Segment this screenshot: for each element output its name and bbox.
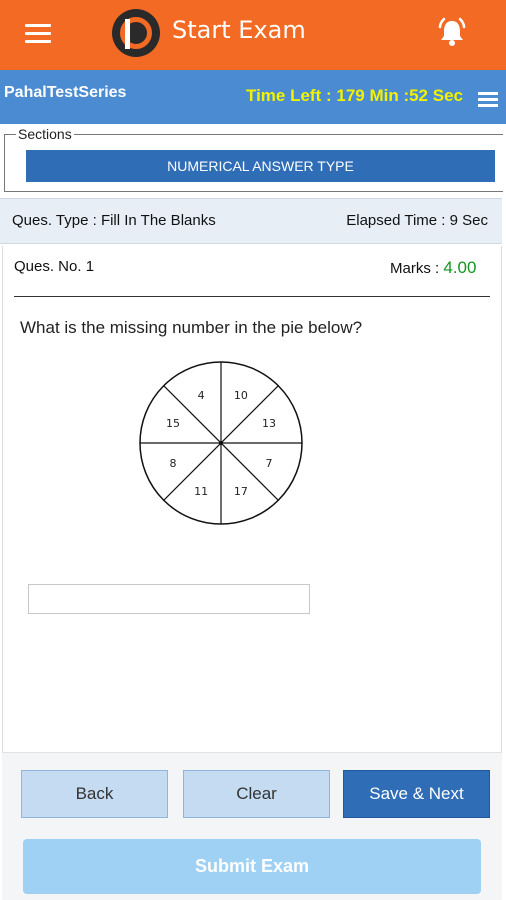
bell-alert-icon[interactable]	[434, 14, 470, 50]
sections-legend: Sections	[16, 126, 74, 142]
question-type: Ques. Type : Fill In The Blanks	[12, 212, 216, 229]
app-bar: Start Exam	[0, 0, 506, 70]
elapsed-time: Elapsed Time : 9 Sec	[346, 212, 488, 229]
pie-number: 8	[170, 457, 177, 470]
marks: Marks : 4.00	[390, 258, 476, 278]
time-left: Time Left : 179 Min :52 Sec	[246, 86, 463, 105]
pie-number: 17	[234, 485, 248, 498]
marks-label: Marks :	[390, 260, 444, 277]
answer-input[interactable]	[28, 584, 310, 614]
pie-figure: 10 13 7 17 11 8 15 4	[139, 361, 303, 525]
back-button[interactable]: Back	[21, 770, 168, 818]
submit-exam-button[interactable]: Submit Exam	[23, 839, 481, 894]
pie-number: 15	[166, 417, 180, 430]
marks-value: 4.00	[443, 258, 477, 277]
pie-number: 11	[194, 485, 208, 498]
app-logo	[112, 9, 160, 57]
question-number: Ques. No. 1	[14, 258, 95, 275]
list-menu-icon[interactable]	[476, 90, 500, 108]
question-info-row: Ques. Type : Fill In The Blanks Elapsed …	[0, 198, 502, 244]
clear-button[interactable]: Clear	[183, 770, 330, 818]
pie-number: 10	[234, 389, 248, 402]
hamburger-menu-icon[interactable]	[22, 20, 56, 50]
question-text: What is the missing number in the pie be…	[20, 318, 363, 337]
section-tab-numerical[interactable]: NUMERICAL ANSWER TYPE	[26, 150, 495, 182]
pie-number: 4	[198, 389, 205, 402]
page-title: Start Exam	[172, 16, 306, 44]
exam-screen: Start Exam PahalTestSeries Time Left : 1…	[0, 0, 506, 900]
divider	[14, 296, 490, 297]
brand-name: PahalTestSeries	[4, 84, 127, 101]
exam-info-bar: PahalTestSeries Time Left : 179 Min :52 …	[0, 70, 506, 124]
pie-number: 7	[266, 457, 273, 470]
save-next-button[interactable]: Save & Next	[343, 770, 490, 818]
pie-number: 13	[262, 417, 276, 430]
